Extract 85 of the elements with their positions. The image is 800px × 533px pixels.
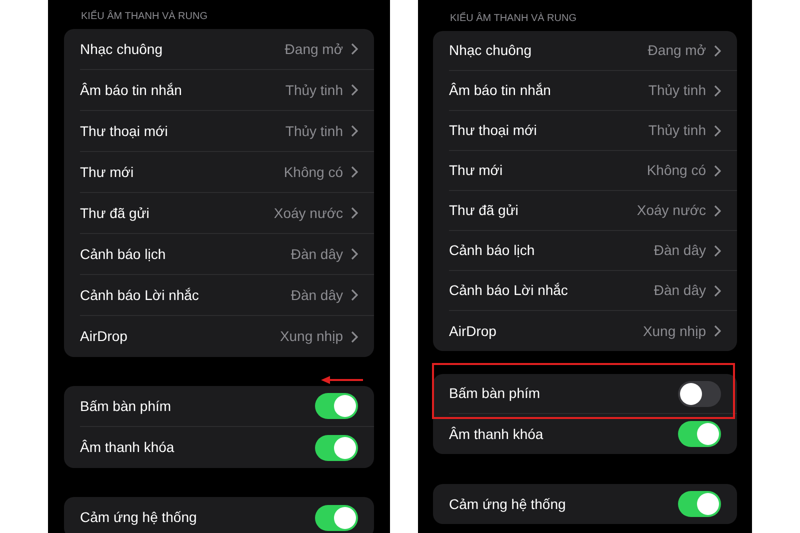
settings-row[interactable]: Âm thanh khóa [80, 427, 374, 468]
row-label: AirDrop [449, 322, 496, 341]
row-value: Xung nhịp [280, 327, 343, 346]
settings-row[interactable]: Thư mới Không có [80, 152, 374, 193]
row-label: Bấm bàn phím [80, 396, 172, 416]
settings-row[interactable]: Cảm ứng hệ thống [449, 484, 737, 524]
toggle-switch[interactable] [678, 380, 721, 406]
row-value: Đàn dây [654, 281, 706, 300]
row-value: Xoáy nước [636, 201, 706, 220]
toggle-switch[interactable] [678, 421, 721, 447]
settings-row[interactable]: Cảnh báo lịch Đàn dây [80, 234, 374, 275]
row-label: Thư thoại mới [80, 122, 168, 140]
arrow-annotation [320, 375, 364, 385]
row-label: Cảm ứng hệ thống [80, 508, 197, 527]
row-label: Cảnh báo lịch [449, 241, 535, 260]
row-value: Xoáy nước [274, 204, 343, 223]
toggle-switch[interactable] [678, 491, 721, 517]
row-value: Thủy tinh [648, 121, 706, 140]
row-label: AirDrop [80, 327, 128, 346]
settings-row[interactable]: AirDrop Xung nhịp [80, 316, 374, 357]
chevron-icon [714, 124, 721, 136]
settings-row[interactable]: Thư đã gửi Xoáy nước [80, 193, 374, 234]
chevron-icon [351, 84, 358, 96]
chevron-icon [351, 43, 358, 55]
section-header: KIỂU ÂM THANH VÀ RUNG [81, 11, 208, 23]
settings-row[interactable]: Thư mới Không có [449, 151, 737, 191]
settings-row[interactable]: Cảnh báo lịch Đàn dây [449, 231, 737, 271]
settings-row[interactable]: Bấm bàn phím [449, 374, 737, 414]
row-value: Đang mở [284, 40, 343, 59]
row-label: Âm báo tin nhắn [80, 80, 182, 100]
section-header: KIỂU ÂM THANH VÀ RUNG [450, 13, 576, 25]
chevron-icon [714, 284, 721, 296]
row-label: Thư đã gửi [449, 201, 518, 220]
settings-row[interactable]: AirDrop Xung nhịp [449, 311, 737, 351]
settings-row[interactable]: Thư thoại mới Thủy tinh [449, 111, 737, 151]
row-value: Đàn dây [290, 244, 343, 264]
chevron-icon [714, 244, 721, 256]
toggle-switch[interactable] [315, 434, 358, 460]
settings-row[interactable]: Cảm ứng hệ thống [80, 497, 374, 533]
row-label: Âm thanh khóa [80, 438, 174, 457]
row-label: Thư mới [449, 161, 503, 180]
row-value: Không có [284, 162, 343, 182]
settings-row[interactable]: Âm thanh khóa [449, 414, 737, 454]
row-label: Thư mới [80, 162, 134, 182]
settings-row[interactable]: Âm báo tin nhắn Thủy tinh [80, 70, 374, 111]
chevron-icon [351, 330, 358, 342]
chevron-icon [714, 44, 721, 56]
settings-row[interactable]: Âm báo tin nhắn Thủy tinh [449, 71, 737, 111]
row-value: Xung nhịp [642, 322, 706, 341]
settings-row[interactable]: Thư đã gửi Xoáy nước [449, 191, 737, 231]
row-value: Thủy tinh [285, 80, 343, 100]
row-label: Cảnh báo Lời nhắc [449, 281, 568, 300]
row-label: Cảnh báo lịch [80, 244, 166, 264]
settings-row[interactable]: Bấm bàn phím [80, 386, 374, 427]
chevron-icon [714, 84, 721, 96]
chevron-icon [351, 289, 358, 301]
row-value: Đang mở [648, 41, 706, 60]
row-label: Cảnh báo Lời nhắc [80, 286, 199, 304]
chevron-icon [351, 248, 358, 260]
row-value: Đàn dây [654, 241, 706, 260]
chevron-icon [714, 204, 721, 216]
settings-row[interactable]: Nhạc chuông Đang mở [449, 31, 737, 71]
row-value: Không có [646, 161, 706, 180]
settings-row[interactable]: Cảnh báo Lời nhắc Đàn dây [449, 271, 737, 311]
row-label: Nhạc chuông [449, 41, 532, 60]
row-label: Âm thanh khóa [449, 424, 544, 444]
row-value: Đàn dây [290, 286, 343, 305]
row-value: Thủy tinh [285, 122, 343, 141]
toggle-switch[interactable] [315, 393, 358, 419]
settings-row[interactable]: Cảnh báo Lời nhắc Đàn dây [80, 275, 374, 316]
row-label: Thư đã gửi [80, 204, 150, 223]
settings-row[interactable]: Thư thoại mới Thủy tinh [80, 111, 374, 152]
row-label: Âm báo tin nhắn [449, 81, 551, 100]
chevron-icon [351, 207, 358, 219]
toggle-switch[interactable] [315, 504, 358, 530]
row-label: Bấm bàn phím [449, 384, 540, 403]
settings-row[interactable]: Nhạc chuông Đang mở [80, 29, 374, 70]
row-label: Nhạc chuông [80, 40, 163, 59]
chevron-icon [351, 125, 358, 137]
row-label: Cảm ứng hệ thống [449, 494, 566, 514]
row-label: Thư thoại mới [449, 121, 537, 140]
chevron-icon [714, 325, 721, 337]
chevron-icon [351, 166, 358, 178]
row-value: Thủy tinh [648, 81, 706, 100]
chevron-icon [714, 164, 721, 176]
